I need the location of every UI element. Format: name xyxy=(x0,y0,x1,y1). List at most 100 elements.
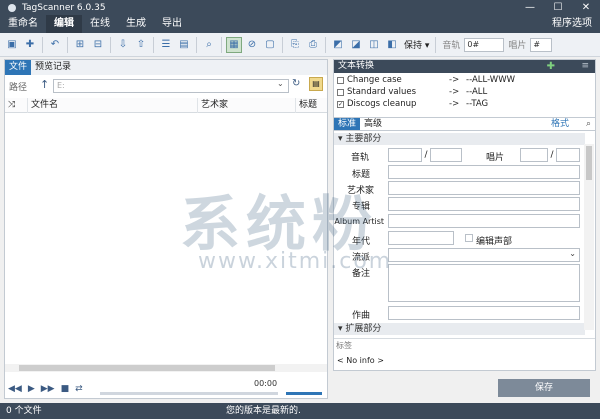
file-list-header: ⤨ 文件名 艺术家 标题 xyxy=(5,98,327,113)
converter-checkbox[interactable] xyxy=(337,77,344,84)
arrow-icon: -> xyxy=(449,87,460,97)
cover-icon[interactable]: ◩ xyxy=(330,37,346,53)
genre-dropdown[interactable]: ⌄ xyxy=(388,248,580,262)
tab-format[interactable]: 格式 xyxy=(547,118,573,130)
move-up-icon[interactable]: ⇧ xyxy=(133,37,149,53)
close-button[interactable]: ✕ xyxy=(572,2,600,13)
minimize-button[interactable]: — xyxy=(516,2,544,13)
tab-advanced[interactable]: 高级 xyxy=(360,118,386,130)
menu-export[interactable]: 导出 xyxy=(154,15,190,33)
vertical-scrollbar[interactable] xyxy=(584,144,594,330)
move-down-icon[interactable]: ⇩ xyxy=(115,37,131,53)
disc-field[interactable] xyxy=(520,148,548,162)
undo-icon[interactable]: ↶ xyxy=(47,37,63,53)
horizontal-scrollbar[interactable] xyxy=(5,364,327,372)
picture-icon[interactable]: ◫ xyxy=(366,37,382,53)
column-artist[interactable]: 艺术家 xyxy=(197,98,295,113)
scrollbar-thumb[interactable] xyxy=(19,365,275,371)
menu-rename[interactable]: 重命名 xyxy=(0,15,46,33)
volume-bar[interactable] xyxy=(286,392,322,395)
shuffle-icon[interactable]: ⤨ xyxy=(5,98,27,113)
previous-icon[interactable]: ◀◀ xyxy=(8,384,22,394)
image-icon[interactable]: ◪ xyxy=(348,37,364,53)
track-total-field[interactable] xyxy=(430,148,462,162)
search-icon[interactable]: ⌕ xyxy=(586,119,591,129)
disc-total-field[interactable] xyxy=(556,148,580,162)
track-number-input[interactable]: 0# xyxy=(464,37,505,52)
section-extended-header[interactable]: ▾ 扩展部分 xyxy=(334,323,585,335)
separator xyxy=(221,36,222,53)
remove-tag-icon[interactable]: ⊘ xyxy=(244,37,260,53)
year-field[interactable] xyxy=(388,231,454,245)
title-bar: TagScanner 6.0.35 — ☐ ✕ xyxy=(0,0,600,15)
menu-options[interactable]: 程序选项 xyxy=(544,15,600,33)
list-icon[interactable]: ☰ xyxy=(158,37,174,53)
window-title: TagScanner 6.0.35 xyxy=(22,2,106,13)
album-field[interactable] xyxy=(388,197,580,211)
scrollbar-thumb[interactable] xyxy=(586,146,592,180)
search-icon[interactable]: ⌕ xyxy=(201,37,217,53)
section-main-header[interactable]: ▾ 主要部分 xyxy=(334,133,585,145)
add-icon[interactable]: ✚ xyxy=(547,60,555,73)
tags-field[interactable]: 标签 xyxy=(334,338,595,351)
composer-label: 作曲 xyxy=(351,311,370,321)
converter-row[interactable]: ✓ Discogs cleanup -> --TAG xyxy=(334,99,595,110)
disc-number-input[interactable]: # xyxy=(530,37,553,52)
view-options-icon[interactable]: ▤ xyxy=(176,37,192,53)
tab-files[interactable]: 文件 xyxy=(5,60,32,75)
grid-icon[interactable]: ⊟ xyxy=(90,37,106,53)
blank-icon[interactable]: ▢ xyxy=(262,37,278,53)
keep-dropdown[interactable]: 保持 ▾ xyxy=(402,38,431,51)
chevron-down-icon: ⌄ xyxy=(569,249,576,258)
path-input[interactable]: E: xyxy=(53,79,289,93)
import-icon[interactable]: ⎘ xyxy=(287,37,303,53)
browse-folder-icon[interactable]: ▤ xyxy=(309,77,323,91)
converter-checkbox[interactable] xyxy=(337,89,344,96)
add-folder-icon[interactable]: ✚ xyxy=(22,37,38,53)
text-conversion-header: 文本转换 ✚ ≡ xyxy=(334,60,595,73)
converter-target: --ALL-WWW xyxy=(466,75,516,85)
column-title[interactable]: 标题 xyxy=(295,98,327,113)
seek-bar[interactable] xyxy=(100,392,278,395)
converter-checkbox-checked[interactable]: ✓ xyxy=(337,101,344,108)
status-bar: 0 个文件 您的版本是最新的. xyxy=(0,403,600,419)
save-button[interactable]: 保存 xyxy=(498,379,590,397)
play-icon[interactable]: ▶ xyxy=(28,384,35,394)
next-icon[interactable]: ▶▶ xyxy=(41,384,55,394)
maximize-button[interactable]: ☐ xyxy=(544,2,572,13)
compilation-checkbox[interactable] xyxy=(465,234,473,242)
toolbar: ▣ ✚ ↶ ⊞ ⊟ ⇩ ⇧ ☰ ▤ ⌕ ▦ ⊘ ▢ ⎘ ⎙ ◩ ◪ ◫ ◧ 保持… xyxy=(0,33,600,57)
arrow-icon: -> xyxy=(449,75,460,85)
tab-preview-log[interactable]: 预览记录 xyxy=(31,60,75,75)
select-all-icon[interactable]: ⊞ xyxy=(72,37,88,53)
tab-standard[interactable]: 标准 xyxy=(334,118,361,130)
menu-edit[interactable]: 编辑 xyxy=(46,15,82,33)
collapse-icon[interactable]: ≡ xyxy=(581,60,589,73)
menu-online[interactable]: 在线 xyxy=(82,15,118,33)
converter-target: --ALL xyxy=(466,87,488,97)
menu-generate[interactable]: 生成 xyxy=(118,15,154,33)
stop-icon[interactable]: ■ xyxy=(61,384,70,394)
album-artist-field[interactable] xyxy=(388,214,580,228)
artist-field[interactable] xyxy=(388,181,580,195)
converter-row[interactable]: Standard values -> --ALL xyxy=(334,87,595,98)
up-arrow-icon[interactable]: ↑ xyxy=(40,78,49,91)
export-icon[interactable]: ⎙ xyxy=(305,37,321,53)
title-field[interactable] xyxy=(388,165,580,179)
separator xyxy=(325,36,326,53)
converter-row[interactable]: Change case -> --ALL-WWW xyxy=(334,75,595,86)
composer-field[interactable] xyxy=(388,306,580,320)
track-field[interactable] xyxy=(388,148,422,162)
picture-edit-icon[interactable]: ◧ xyxy=(384,37,400,53)
repeat-icon[interactable]: ⇄ xyxy=(75,384,83,394)
app-icon xyxy=(8,3,16,12)
watermark-url: www.xitmi.com xyxy=(198,249,393,274)
column-filename[interactable]: 文件名 xyxy=(27,98,197,113)
comment-field[interactable] xyxy=(388,264,580,302)
file-tabs: 文件 预览记录 xyxy=(5,60,327,75)
refresh-icon[interactable]: ↻ xyxy=(292,78,300,89)
tag-editor-icon[interactable]: ▦ xyxy=(226,36,242,53)
open-folder-icon[interactable]: ▣ xyxy=(4,37,20,53)
dropdown-arrow-icon[interactable]: ⌄ xyxy=(277,79,284,88)
disc-label: 唱片 xyxy=(508,41,527,51)
